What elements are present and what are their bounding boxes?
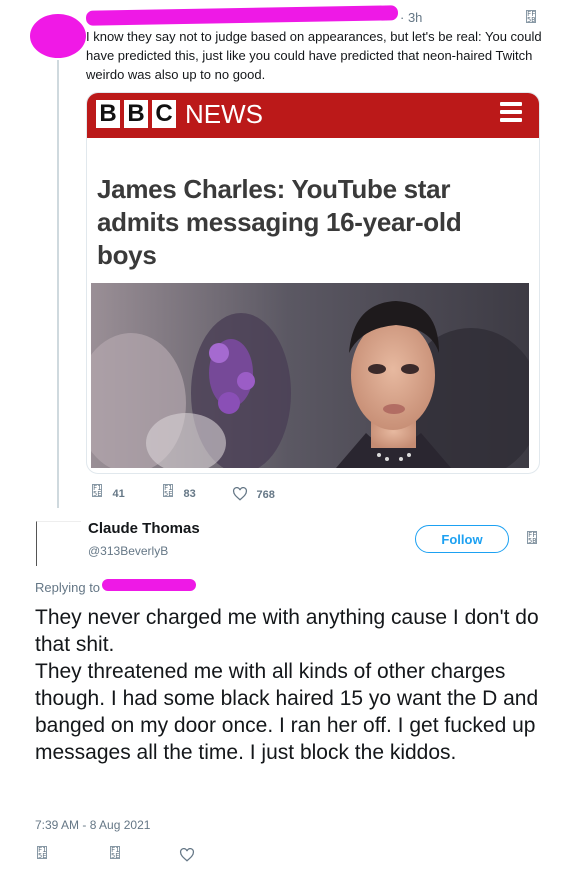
thread-line xyxy=(57,60,59,508)
replying-to-redaction xyxy=(102,579,196,591)
like-count: 768 xyxy=(256,489,275,501)
bbc-logo-letter: B xyxy=(124,100,148,128)
heart-icon[interactable] xyxy=(179,848,195,862)
retweet-icon[interactable]: F1 5E xyxy=(110,846,120,859)
replying-to-label: Replying to xyxy=(35,580,101,595)
reply-text: They never charged me with anything caus… xyxy=(35,606,539,764)
reply-icon[interactable]: F1 5E xyxy=(37,846,47,859)
bbc-header: B B C NEWS xyxy=(87,93,539,138)
article-headline: James Charles: YouTube star admits messa… xyxy=(97,174,462,270)
follow-button[interactable]: Follow xyxy=(415,525,509,553)
menu-icon xyxy=(500,102,522,126)
avatar-redaction xyxy=(30,14,86,58)
bbc-logo-letter: B xyxy=(96,100,120,128)
heart-icon xyxy=(232,486,248,501)
reply-icon: F1 5E xyxy=(92,484,102,497)
like-action[interactable]: 768 xyxy=(232,485,275,503)
retweet-icon: F1 5E xyxy=(163,484,173,497)
link-card[interactable]: B B C NEWS James Charles: YouTube star a… xyxy=(86,92,540,474)
bbc-news-word: NEWS xyxy=(185,99,263,129)
retweet-count: 83 xyxy=(183,488,196,500)
reply-action[interactable]: F1 5E 41 xyxy=(92,484,125,502)
display-name[interactable]: Claude Thomas xyxy=(88,520,200,537)
tweet-text: I know they say not to judge based on ap… xyxy=(86,29,542,82)
tweet-time[interactable]: · 3h xyxy=(400,10,422,25)
bbc-logo-letter: C xyxy=(152,100,176,128)
avatar[interactable] xyxy=(36,521,81,566)
caret-icon[interactable]: FF 5B xyxy=(526,10,536,23)
tweet-timestamp[interactable]: 7:39 AM - 8 Aug 2021 xyxy=(35,818,150,832)
retweet-action[interactable]: F1 5E 83 xyxy=(163,484,196,502)
caret-icon[interactable]: FF 5B xyxy=(527,531,537,544)
article-photo xyxy=(91,283,529,468)
user-handle[interactable]: @313BeverlyB xyxy=(88,544,168,558)
reply-count: 41 xyxy=(112,488,125,500)
username-redaction xyxy=(85,5,399,26)
